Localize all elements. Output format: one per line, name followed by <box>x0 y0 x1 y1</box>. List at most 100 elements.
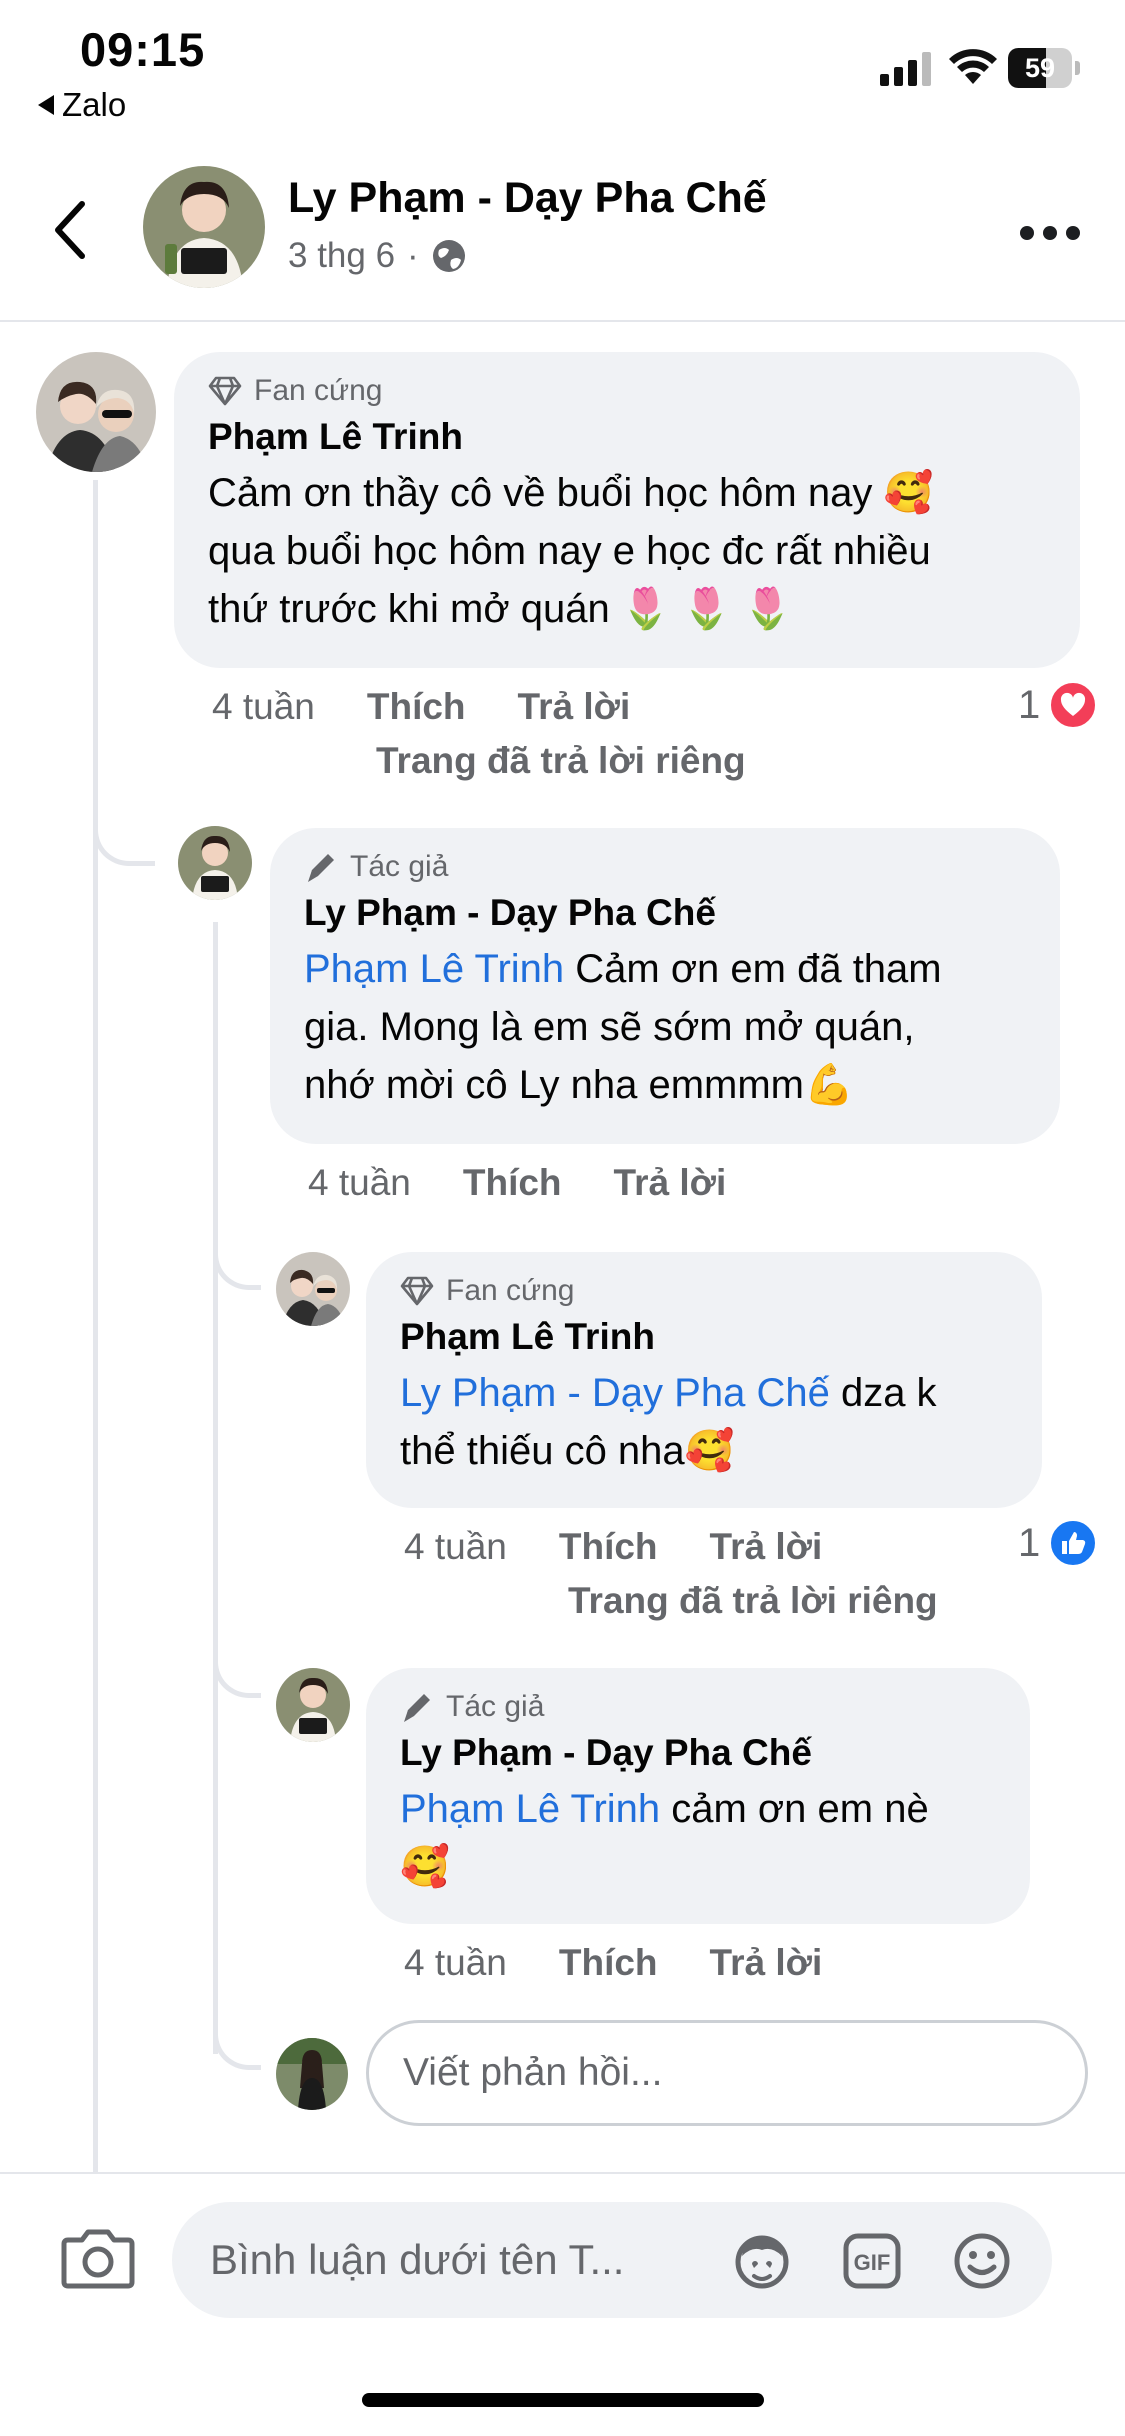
comment-author[interactable]: Ly Phạm - Dạy Pha Chế <box>304 892 1026 934</box>
back-chevron-icon[interactable] <box>48 198 92 262</box>
badge-label: Tác giả <box>446 1690 545 1723</box>
comment-line: Cảm ơn thầy cô về buổi học hôm nay 🥰 <box>208 471 934 515</box>
reaction-summary[interactable]: 1 <box>1018 680 1099 730</box>
comment-text: Phạm Lê Trinh cảm ơn em nè 🥰 <box>400 1780 996 1896</box>
comment-line: Ly Phạm - Dạy Pha Chế dza k <box>400 1371 937 1415</box>
comment-bubble[interactable]: Fan cứng Phạm Lê Trinh Cảm ơn thầy cô về… <box>174 352 1080 668</box>
avatar-sticker-icon[interactable] <box>732 2232 792 2290</box>
back-to-app-link[interactable]: Zalo <box>38 86 126 124</box>
like-button[interactable]: Thích <box>463 1162 562 1204</box>
page-avatar[interactable] <box>143 166 265 288</box>
comment-line: thể thiếu cô nha🥰 <box>400 1429 735 1473</box>
status-time: 09:15 <box>80 23 206 76</box>
reply-input-placeholder: Viết phản hồi... <box>403 2051 663 2094</box>
svg-text:GIF: GIF <box>854 2250 891 2275</box>
comment-author[interactable]: Phạm Lê Trinh <box>208 416 1046 458</box>
comment-line: gia. Mong là em sẽ sớm mở quán, <box>304 1005 915 1049</box>
mention-link[interactable]: Ly Phạm - Dạy Pha Chế <box>400 1371 830 1415</box>
battery-percentage: 59 <box>1024 53 1056 83</box>
reaction-count: 1 <box>1018 682 1041 727</box>
diamond-icon <box>400 1276 434 1306</box>
comment-line: Phạm Lê Trinh cảm ơn em nè <box>400 1787 929 1831</box>
reply-input[interactable]: Viết phản hồi... <box>366 2020 1088 2126</box>
globe-icon <box>432 240 465 272</box>
reply-button[interactable]: Trả lời <box>710 1526 823 1568</box>
like-reaction-icon <box>1048 1518 1099 1568</box>
post-header: Ly Phạm - Dạy Pha Chế 3 thg 6 · <box>0 150 1125 322</box>
comment-composer-input[interactable]: Bình luận dưới tên T... GIF <box>172 2202 1052 2318</box>
comment-text: Ly Phạm - Dạy Pha Chế dza k thể thiếu cô… <box>400 1364 1008 1480</box>
post-date: 3 thg 6 <box>288 236 396 275</box>
reply-button[interactable]: Trả lời <box>614 1162 727 1204</box>
comment-line: qua buổi học hôm nay e học đc rất nhiều <box>208 529 931 573</box>
like-button[interactable]: Thích <box>367 686 466 728</box>
page: 09:15 Zalo 59 Ly Phạm - Dạy Pha Chế 3 th… <box>0 0 1125 2436</box>
page-title[interactable]: Ly Phạm - Dạy Pha Chế <box>288 174 767 223</box>
thread-curve-reply-input <box>213 1990 261 2070</box>
comment-time: 4 tuần <box>212 686 315 727</box>
meta-separator: · <box>407 236 419 275</box>
commenter-avatar[interactable] <box>276 1252 350 1326</box>
love-reaction-icon <box>1048 680 1099 730</box>
wifi-icon <box>949 49 997 84</box>
commenter-avatar[interactable] <box>36 352 156 472</box>
comment-line: nhớ mời cô Ly nha emmmm💪 <box>304 1063 854 1107</box>
back-triangle-icon <box>38 95 54 115</box>
page-author-avatar[interactable] <box>276 1668 350 1742</box>
comment-time: 4 tuần <box>404 1526 507 1567</box>
comment-bubble[interactable]: Tác giả Ly Phạm - Dạy Pha Chế Phạm Lê Tr… <box>366 1668 1030 1924</box>
thread-line-nested <box>213 922 218 2054</box>
author-badge: Tác giả <box>304 850 1026 884</box>
reaction-summary[interactable]: 1 <box>1018 1518 1099 1568</box>
comment-line: 🥰 <box>400 1845 450 1889</box>
badge-label: Fan cứng <box>446 1274 575 1307</box>
thread-line-main <box>93 480 98 2172</box>
private-reply-notice[interactable]: Trang đã trả lời riêng <box>376 740 746 782</box>
reply-button[interactable]: Trả lời <box>518 686 631 728</box>
back-app-label: Zalo <box>62 86 127 123</box>
composer-placeholder: Bình luận dưới tên T... <box>210 2236 625 2283</box>
comment-actions: 4 tuần Thích Trả lời <box>404 1526 822 1568</box>
comment-author[interactable]: Ly Phạm - Dạy Pha Chế <box>400 1732 996 1774</box>
comment-bubble[interactable]: Tác giả Ly Phạm - Dạy Pha Chế Phạm Lê Tr… <box>270 828 1060 1144</box>
comment-actions: 4 tuần Thích Trả lời <box>404 1942 822 1984</box>
comment-text: Phạm Lê Trinh Cảm ơn em đã tham gia. Mon… <box>304 940 1026 1114</box>
reaction-count: 1 <box>1018 1520 1041 1565</box>
author-badge: Tác giả <box>400 1690 996 1724</box>
comment-line: Phạm Lê Trinh Cảm ơn em đã tham <box>304 947 942 991</box>
cellular-signal-icon <box>880 52 931 86</box>
private-reply-notice[interactable]: Trang đã trả lời riêng <box>568 1580 938 1622</box>
gif-icon[interactable]: GIF <box>842 2232 902 2290</box>
badge-label: Fan cứng <box>254 374 383 407</box>
reply-button[interactable]: Trả lời <box>710 1942 823 1984</box>
comment-actions: 4 tuần Thích Trả lời <box>308 1162 726 1204</box>
comment-bubble[interactable]: Fan cứng Phạm Lê Trinh Ly Phạm - Dạy Pha… <box>366 1252 1042 1508</box>
smiley-icon[interactable] <box>952 2232 1012 2290</box>
home-indicator[interactable] <box>362 2393 764 2407</box>
comment-time: 4 tuần <box>308 1162 411 1203</box>
diamond-icon <box>208 376 242 406</box>
like-button[interactable]: Thích <box>559 1942 658 1984</box>
more-options-button[interactable] <box>1020 226 1080 242</box>
badge-label: Tác giả <box>350 850 449 883</box>
pen-icon <box>404 1694 430 1722</box>
mention-link[interactable]: Phạm Lê Trinh <box>400 1787 660 1831</box>
battery-icon: 59 <box>1008 48 1080 88</box>
comment-line: thứ trước khi mở quán 🌷 🌷 🌷 <box>208 587 793 631</box>
post-meta: 3 thg 6 · <box>288 236 467 276</box>
fan-badge: Fan cứng <box>208 374 1046 408</box>
comment-text: Cảm ơn thầy cô về buổi học hôm nay 🥰 qua… <box>208 464 1046 638</box>
current-user-avatar <box>276 2038 348 2110</box>
like-button[interactable]: Thích <box>559 1526 658 1568</box>
page-author-avatar[interactable] <box>178 826 252 900</box>
mention-link[interactable]: Phạm Lê Trinh <box>304 947 564 991</box>
pen-icon <box>308 854 334 882</box>
comment-author[interactable]: Phạm Lê Trinh <box>400 1316 1008 1358</box>
thread-curve-reply-2 <box>213 1210 261 1290</box>
camera-icon[interactable] <box>60 2226 136 2290</box>
fan-badge: Fan cứng <box>400 1274 1008 1308</box>
comment-actions: 4 tuần Thích Trả lời <box>212 686 630 728</box>
thread-curve-reply-1 <box>93 780 155 866</box>
thread-curve-reply-3 <box>213 1618 261 1698</box>
comment-time: 4 tuần <box>404 1942 507 1983</box>
